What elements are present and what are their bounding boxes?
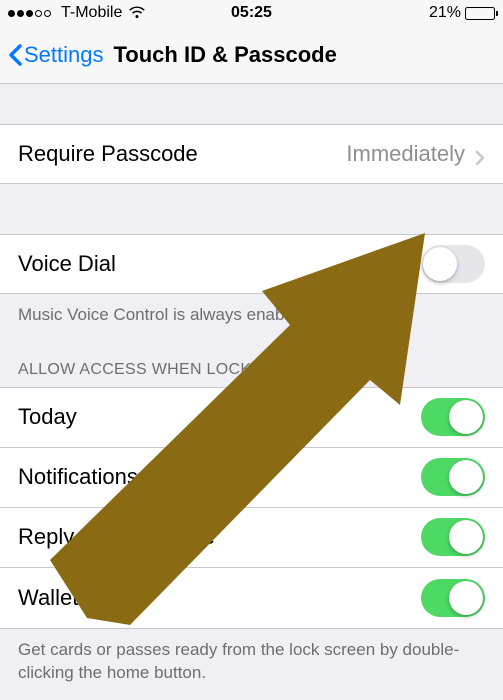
status-bar: T-Mobile 05:25 21% [0,0,503,26]
signal-dots-icon [8,10,51,17]
allow-access-group: Today Notifications View Reply with Messag… [0,387,503,629]
toggle-today-cell: Today [0,388,503,448]
require-passcode-value-text: Immediately [346,141,465,167]
toggle-today[interactable] [421,398,485,436]
toggle-reply-with-message-label: Reply with Message [18,524,215,550]
toggle-notifications-view[interactable] [421,458,485,496]
voice-dial-cell: Voice Dial [0,234,503,294]
toggle-knob [449,400,483,434]
voice-dial-footer: Music Voice Control is always enabled. [0,294,503,341]
toggle-knob [423,247,457,281]
toggle-knob [449,520,483,554]
toggle-notifications-view-cell: Notifications View [0,448,503,508]
toggle-knob [449,460,483,494]
wifi-icon [128,6,146,20]
toggle-voice-dial[interactable] [421,245,485,283]
toggle-reply-with-message[interactable] [421,518,485,556]
carrier-label: T-Mobile [61,4,122,22]
spacer [0,184,503,234]
battery-icon [465,7,495,20]
toggle-today-label: Today [18,404,77,430]
back-button[interactable]: Settings [8,42,104,68]
nav-bar: Settings Touch ID & Passcode [0,26,503,84]
chevron-right-icon [475,146,485,162]
toggle-wallet-label: Wallet [18,585,78,611]
back-button-label: Settings [24,42,104,68]
toggle-notifications-view-label: Notifications View [18,464,191,490]
toggle-wallet-cell: Wallet [0,568,503,628]
status-bar-right: 21% [252,4,496,22]
require-passcode-value: Immediately [346,141,485,167]
require-passcode-label: Require Passcode [18,141,198,167]
require-passcode-cell[interactable]: Require Passcode Immediately [0,124,503,184]
allow-access-header: ALLOW ACCESS WHEN LOCKED: [0,341,503,387]
spacer [0,84,503,124]
toggle-reply-with-message-cell: Reply with Message [0,508,503,568]
chevron-left-icon [8,44,22,66]
toggle-knob [449,581,483,615]
toggle-wallet[interactable] [421,579,485,617]
page-title: Touch ID & Passcode [114,42,337,68]
status-bar-left: T-Mobile [8,4,252,22]
voice-dial-label: Voice Dial [18,251,116,277]
wallet-footer: Get cards or passes ready from the lock … [0,629,503,699]
battery-percent-label: 21% [429,4,461,22]
